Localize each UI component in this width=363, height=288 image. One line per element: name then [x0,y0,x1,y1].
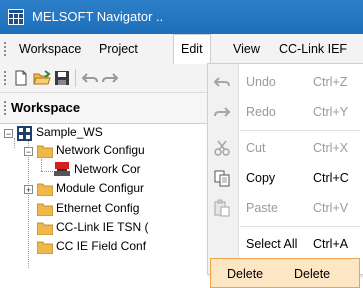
folder-icon [37,145,53,158]
menu-item-label: Copy [246,171,276,185]
menu-item-paste[interactable]: Paste Ctrl+V [208,193,363,223]
undo-icon[interactable] [81,69,99,87]
panel-title: Workspace [11,100,81,115]
menu-separator [240,130,360,131]
menu-item-undo[interactable]: Undo Ctrl+Z [208,67,363,97]
menu-item-shortcut: Ctrl+C [313,171,349,185]
tree-item-network-configuration[interactable]: − Network Configu [0,142,210,160]
menu-item-shortcut: Ctrl+Z [313,75,348,89]
menu-item-label: Redo [246,105,276,119]
tree-item-sample-ws[interactable]: − Sample_WS [0,124,200,142]
tree-item-label: Ethernet Config [56,201,140,215]
menu-item-label: Select All [246,237,298,251]
workspace-icon [17,126,32,141]
menu-item-select-all[interactable]: Select All Ctrl+A [208,229,363,259]
menu-view[interactable]: View [226,34,267,64]
redo-icon [214,107,231,117]
menu-item-shortcut: Ctrl+X [313,141,349,155]
paste-icon [214,199,230,217]
copy-icon [214,170,230,187]
tree-item-label: Sample_WS [36,125,103,139]
folder-icon [37,183,53,196]
collapse-icon[interactable]: − [24,147,33,157]
menu-project[interactable]: Project [92,34,145,64]
tree-item-label: CC IE Field Conf [56,239,147,253]
edit-menu: Undo Ctrl+Z Redo Ctrl+Y Cut Ctrl+X Copy … [207,63,363,288]
scissors-icon [214,140,230,156]
expand-icon[interactable]: + [24,185,33,195]
menu-separator [240,226,360,227]
title-bar: MELSOFT Navigator .. [0,0,363,34]
menu-item-copy[interactable]: Copy Ctrl+C [208,163,363,193]
tree-item-cc-link-ie-tsn[interactable]: CC-Link IE TSN ( [0,219,210,237]
tree-item-label: Module Configur [56,181,145,195]
tree-item-label: Network Configu [56,143,145,157]
menu-item-delete[interactable]: Delete Delete [210,258,360,288]
window-title: MELSOFT Navigator .. [32,9,164,24]
menu-bar: Workspace Project Edit View CC-Link IEF [0,34,363,65]
app-grid-icon [8,9,24,25]
folder-icon [37,203,53,216]
tree-item-label: Network Cor [74,162,141,176]
new-file-icon[interactable] [12,69,30,87]
tree-item-cc-ie-field-configuration[interactable]: CC IE Field Conf [0,238,210,256]
menu-item-shortcut: Delete [294,267,331,281]
tree-item-ethernet-configuration[interactable]: Ethernet Config [0,200,210,218]
network-icon [54,162,70,176]
menu-item-redo[interactable]: Redo Ctrl+Y [208,97,363,127]
tree-item-module-configuration[interactable]: + Module Configur [0,180,210,198]
menu-edit[interactable]: Edit [173,34,211,64]
open-folder-icon[interactable] [33,69,51,87]
tree-item-label: CC-Link IE TSN ( [56,220,149,234]
panel-grip[interactable] [4,101,6,115]
menu-item-label: Undo [246,75,276,89]
save-icon[interactable] [53,69,71,87]
menu-item-shortcut: Ctrl+V [313,201,349,215]
menu-cc-link-ief[interactable]: CC-Link IEF [272,34,354,64]
toolbar-separator [75,69,76,87]
menu-item-label: Cut [246,141,266,155]
toolbar-grip[interactable] [4,71,6,85]
tree-item-network-config-child[interactable]: Network Cor [0,161,210,179]
menu-item-shortcut: Ctrl+Y [313,105,349,119]
menu-item-label: Delete [227,267,264,281]
redo-icon[interactable] [101,69,119,87]
folder-icon [37,222,53,235]
menu-item-shortcut: Ctrl+A [313,237,349,251]
menubar-grip[interactable] [4,42,8,56]
menu-workspace[interactable]: Workspace [12,34,88,64]
undo-icon [213,77,230,87]
folder-icon [37,241,53,254]
collapse-icon[interactable]: − [4,129,13,139]
menu-item-cut[interactable]: Cut Ctrl+X [208,133,363,163]
menu-item-label: Paste [246,201,278,215]
